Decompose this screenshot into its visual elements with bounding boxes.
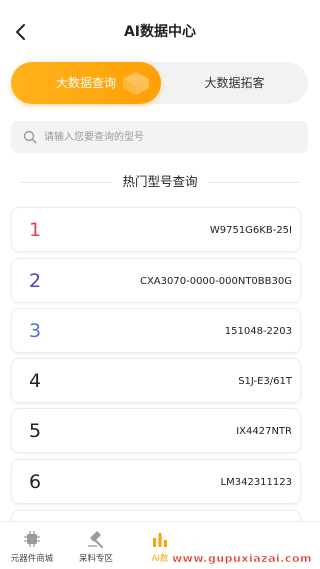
list-item[interactable]: 3 151048-2203 <box>11 308 301 353</box>
search-input[interactable] <box>44 121 300 153</box>
model-number: CXA3070-0000-000NT0BB30G <box>139 276 292 287</box>
list-item[interactable]: 2 CXA3070-0000-000NT0BB30G <box>11 258 301 303</box>
hot-models-heading: 热门型号查询 <box>20 172 300 192</box>
tab-big-data-prospecting-label: 大数据拓客 <box>204 76 265 90</box>
rank-number: 4 <box>29 370 42 392</box>
watermark-text: 谷普软件园 <box>173 521 310 552</box>
list-item[interactable]: 1 W9751G6KB-25I <box>11 207 301 252</box>
tab-big-data-query-label: 大数据查询 <box>55 76 116 90</box>
rank-number: 2 <box>29 270 42 292</box>
model-number: W9751G6KB-25I <box>209 225 292 236</box>
rank-number: 5 <box>29 420 42 442</box>
nav-label: 呆料专区 <box>78 554 113 564</box>
model-number: 151048-2203 <box>224 326 292 337</box>
watermark-logo: 谷普软件园 www.gupuxiazai.com <box>166 520 320 569</box>
list-item[interactable]: 6 LM342311123 <box>11 459 301 504</box>
model-number: LM342311123 <box>220 477 292 488</box>
list-item[interactable]: 4 S1J-E3/61T <box>11 358 301 403</box>
tab-switcher: 大数据查询 大数据拓客 <box>11 62 308 104</box>
divider-right <box>208 182 300 183</box>
rank-number: 1 <box>29 219 42 241</box>
rank-number: 6 <box>29 471 42 493</box>
search-box[interactable] <box>11 121 308 153</box>
hammer-icon <box>88 531 103 548</box>
nav-label: 元器件商城 <box>10 554 54 564</box>
chip-icon <box>24 531 40 547</box>
search-icon <box>23 130 37 144</box>
header-bar: AI数据中心 <box>0 0 320 52</box>
nav-item-surplus-stock[interactable]: 呆料专区 <box>64 522 128 569</box>
nav-item-component-mall[interactable]: 元器件商城 <box>0 522 64 569</box>
page-title: AI数据中心 <box>123 24 197 40</box>
model-number: S1J-E3/61T <box>238 376 292 387</box>
model-number: IX4427NTR <box>236 426 292 437</box>
rank-number: 3 <box>29 320 42 342</box>
watermark-url: www.gupuxiazai.com <box>172 552 312 565</box>
list-item[interactable]: 5 IX4427NTR <box>11 408 301 453</box>
